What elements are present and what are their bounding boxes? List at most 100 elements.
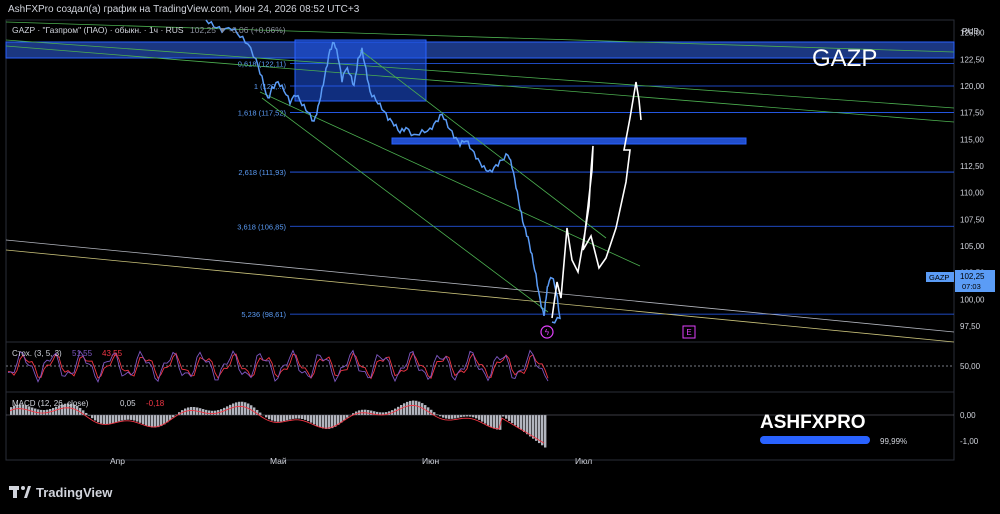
macd-hist-bar bbox=[496, 415, 499, 430]
macd-hist-bar bbox=[298, 415, 301, 419]
macd-hist-bar bbox=[322, 415, 325, 429]
macd-hist-bar bbox=[421, 403, 424, 415]
price-tick-label: 122,50 bbox=[960, 55, 985, 64]
macd-hist-bar bbox=[103, 415, 106, 425]
macd-hist-bar bbox=[325, 415, 328, 429]
macd-hist-bar bbox=[154, 415, 157, 428]
macd-hist-bar bbox=[121, 415, 124, 421]
price-tick-label: 105,00 bbox=[960, 242, 985, 251]
macd-hist-bar bbox=[397, 406, 400, 415]
macd-hist-bar bbox=[109, 415, 112, 424]
macd-hist-bar bbox=[331, 415, 334, 429]
stoch-axis-50: 50,00 bbox=[960, 362, 981, 371]
time-label-jun: Июн bbox=[422, 456, 439, 466]
macd-hist-bar bbox=[415, 400, 418, 415]
macd-hist-bar bbox=[487, 415, 490, 426]
brand-progress-text: 99,99% bbox=[880, 437, 907, 446]
stoch-label[interactable]: Стох. (3, 5, 3) bbox=[12, 349, 62, 358]
macd-hist-bar bbox=[508, 415, 511, 421]
macd-hist-bar bbox=[478, 415, 481, 420]
macd-hist-bar bbox=[157, 415, 160, 428]
macd-hist-bar bbox=[403, 403, 406, 415]
support-zone[interactable] bbox=[391, 137, 747, 145]
price-tick-label: 97,50 bbox=[960, 322, 981, 331]
fib-level-label: 2,618 (111,93) bbox=[238, 168, 286, 177]
macd-hist-bar bbox=[412, 400, 415, 415]
macd-hist-bar bbox=[232, 403, 235, 415]
macd-axis-zero: 0,00 bbox=[960, 411, 976, 420]
time-label-apr: Апр bbox=[110, 456, 125, 466]
macd-hist-bar bbox=[484, 415, 487, 424]
macd-hist-bar bbox=[94, 415, 97, 421]
macd-hist-bar bbox=[289, 415, 292, 420]
macd-hist-bar bbox=[97, 415, 100, 423]
macd-hist-bar bbox=[259, 412, 262, 415]
macd-hist-bar bbox=[235, 402, 238, 415]
macd-hist-bar bbox=[463, 415, 466, 417]
stoch-k-value: 51,55 bbox=[72, 349, 93, 358]
macd-hist-bar bbox=[454, 415, 457, 419]
macd-hist-bar bbox=[295, 415, 298, 419]
macd-hist-bar bbox=[286, 415, 289, 421]
symbol-watermark: GAZP bbox=[812, 45, 877, 72]
macd-hist-bar bbox=[442, 415, 445, 418]
macd-hist-bar bbox=[523, 415, 526, 432]
symbol-change: 102,25 ▼ -0,06 (+0,06%) bbox=[190, 25, 286, 35]
macd-hist-bar bbox=[151, 415, 154, 428]
macd-hist-bar bbox=[535, 415, 538, 441]
symbol-line[interactable]: GAZP · "Газпром" (ПАО) · обыкн. · 1ч · R… bbox=[12, 25, 184, 35]
macd-hist-bar bbox=[544, 415, 547, 448]
macd-hist-bar bbox=[100, 415, 103, 424]
price-tick-label: 100,00 bbox=[960, 295, 985, 304]
macd-hist-bar bbox=[211, 410, 214, 415]
macd-signal-value: -0,18 bbox=[146, 399, 165, 408]
macd-hist-bar bbox=[310, 415, 313, 423]
macd-hist-bar bbox=[265, 415, 268, 418]
macd-hist-bar bbox=[529, 415, 532, 437]
macd-hist-bar bbox=[274, 415, 277, 422]
macd-hist-bar bbox=[268, 415, 271, 420]
brand-logo-text: ASHFXPRO bbox=[760, 412, 866, 433]
macd-hist-bar bbox=[451, 415, 454, 419]
macd-hist-bar bbox=[40, 409, 43, 415]
price-tick-label: 110,00 bbox=[960, 189, 984, 198]
macd-value: 0,05 bbox=[120, 399, 136, 408]
time-label-may: Май bbox=[270, 456, 287, 466]
earnings-event-label: E bbox=[686, 328, 691, 337]
macd-hist-bar bbox=[238, 401, 241, 415]
macd-hist-bar bbox=[106, 415, 109, 425]
macd-hist-bar bbox=[277, 415, 280, 422]
macd-hist-bar bbox=[115, 415, 118, 423]
macd-hist-bar bbox=[130, 415, 133, 420]
macd-hist-bar bbox=[520, 415, 523, 430]
macd-hist-bar bbox=[538, 415, 541, 444]
macd-hist-bar bbox=[112, 415, 115, 424]
macd-hist-bar bbox=[406, 401, 409, 415]
last-price: 102,25 bbox=[960, 272, 985, 281]
macd-hist-bar bbox=[346, 415, 349, 418]
macd-hist-bar bbox=[118, 415, 121, 422]
macd-hist-bar bbox=[271, 415, 274, 421]
macd-hist-bar bbox=[445, 415, 448, 419]
chart-canvas[interactable]: 0,618 (122,11) 1 (120,...) 1,618 (117,52) 2… bbox=[0, 0, 1000, 514]
macd-hist-bar bbox=[400, 405, 403, 415]
macd-hist-bar bbox=[457, 415, 460, 418]
macd-hist-bar bbox=[85, 412, 88, 415]
macd-hist-bar bbox=[313, 415, 316, 425]
macd-hist-bar bbox=[139, 415, 142, 423]
macd-hist-bar bbox=[124, 415, 127, 420]
macd-hist-bar bbox=[490, 415, 493, 428]
last-ticker: GAZP bbox=[929, 273, 949, 282]
fib-level-label: 5,236 (98,61) bbox=[241, 310, 286, 319]
macd-hist-bar bbox=[319, 415, 322, 428]
macd-label[interactable]: MACD (12, 26, close) bbox=[12, 399, 89, 408]
macd-hist-bar bbox=[55, 406, 58, 415]
macd-hist-bar bbox=[280, 415, 283, 422]
macd-axis-minus-one: -1,00 bbox=[960, 437, 979, 446]
fib-level-label: 1,618 (117,52) bbox=[238, 108, 287, 117]
macd-hist-bar bbox=[91, 415, 94, 419]
macd-hist-bar bbox=[307, 415, 310, 422]
macd-hist-bar bbox=[226, 406, 229, 415]
price-tick-label: 115,00 bbox=[960, 135, 984, 144]
macd-hist-bar bbox=[532, 415, 535, 439]
